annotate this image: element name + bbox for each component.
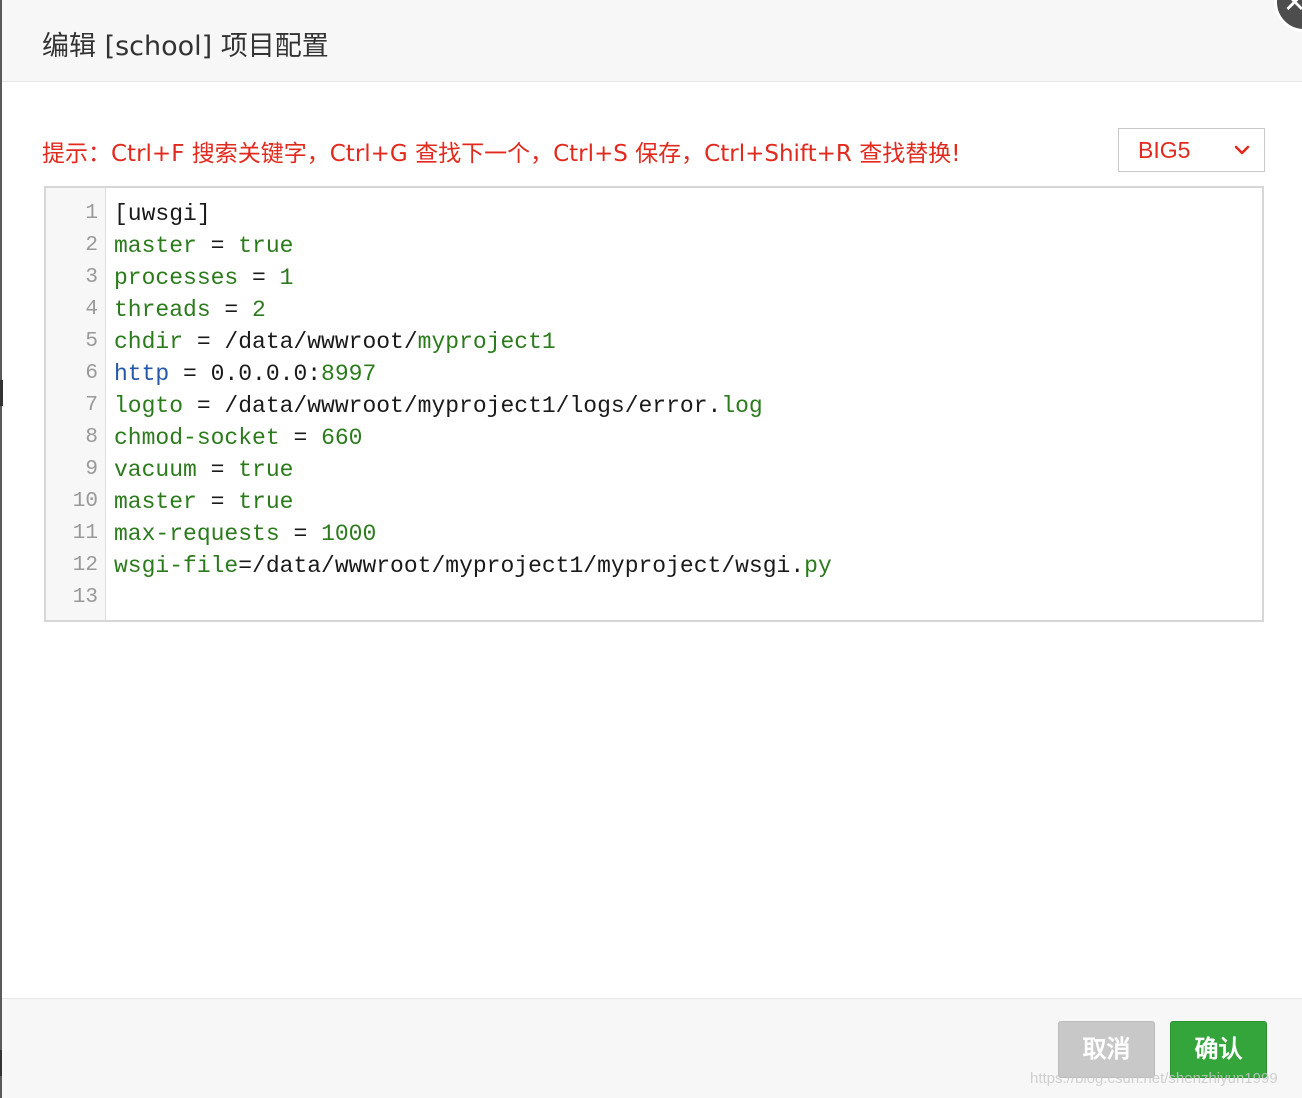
code-line[interactable]: chmod-socket = 660 xyxy=(114,422,832,454)
chevron-down-icon xyxy=(1234,145,1250,155)
code-line[interactable]: threads = 2 xyxy=(114,294,832,326)
edit-config-dialog: 编辑 [school] 项目配置 ✕ 提示：Ctrl+F 搜索关键字，Ctrl+… xyxy=(0,0,1302,1098)
code-line[interactable]: vacuum = true xyxy=(114,454,832,486)
code-editor[interactable]: 1 2 3 4 5 6 7 8 9 10 11 12 13 [uwsgi] master = true pr… xyxy=(44,186,1264,622)
line-number: 10 xyxy=(72,490,98,513)
line-number: 13 xyxy=(72,586,98,609)
line-number: 9 xyxy=(85,458,98,481)
code-content[interactable]: [uwsgi] master = true processes = 1 threads… xyxy=(114,198,832,614)
code-token: 8997 xyxy=(321,361,377,387)
code-line[interactable]: master = true xyxy=(114,230,832,262)
code-token: = xyxy=(210,297,253,323)
line-number: 11 xyxy=(72,522,98,545)
code-token: = /data/wwwroot/myproject1/logs/error. xyxy=(183,393,722,419)
code-line[interactable]: logto = /data/wwwroot/myproject1/logs/er… xyxy=(114,390,832,422)
encoding-select[interactable]: BIG5 xyxy=(1118,128,1265,172)
code-token: http xyxy=(114,361,170,387)
code-token: py xyxy=(804,553,832,579)
code-token: logto xyxy=(114,393,184,419)
code-token: = xyxy=(196,457,239,483)
line-number: 5 xyxy=(85,330,98,353)
code-token: log xyxy=(721,393,763,419)
code-token: = xyxy=(196,489,239,515)
code-token: myproject1 xyxy=(417,329,556,355)
line-number-gutter: 1 2 3 4 5 6 7 8 9 10 11 12 13 xyxy=(46,188,106,620)
code-token: processes xyxy=(114,265,239,291)
code-token: wsgi-file xyxy=(114,553,239,579)
code-line[interactable]: processes = 1 xyxy=(114,262,832,294)
left-edge-mark xyxy=(0,380,3,406)
code-token: = xyxy=(279,425,322,451)
code-line[interactable]: [uwsgi] xyxy=(114,198,832,230)
code-token: 2 xyxy=(252,297,266,323)
code-token: threads xyxy=(114,297,211,323)
line-number: 8 xyxy=(85,426,98,449)
code-token: 1000 xyxy=(321,521,377,547)
code-token: 660 xyxy=(321,425,363,451)
code-token: master xyxy=(114,233,197,259)
encoding-selected-value: BIG5 xyxy=(1138,137,1191,163)
close-icon: ✕ xyxy=(1283,0,1302,18)
code-token: max-requests xyxy=(114,521,280,547)
code-line[interactable]: chdir = /data/wwwroot/myproject1 xyxy=(114,326,832,358)
code-token: = xyxy=(238,265,280,291)
line-number: 7 xyxy=(85,394,98,417)
code-token: 1 xyxy=(279,265,294,291)
dialog-header: 编辑 [school] 项目配置 xyxy=(2,0,1302,82)
code-token: = 0.0.0.0: xyxy=(169,361,322,387)
line-number: 1 xyxy=(85,202,98,225)
code-token: vacuum xyxy=(114,457,197,483)
code-token: = xyxy=(196,233,239,259)
dialog-title: 编辑 [school] 项目配置 xyxy=(42,31,329,62)
code-line[interactable]: http = 0.0.0.0:8997 xyxy=(114,358,832,390)
code-token: [uwsgi] xyxy=(114,201,211,227)
watermark: https://blog.csdn.net/shenzhiyun1999 xyxy=(1030,1070,1278,1087)
line-number: 3 xyxy=(85,266,98,289)
line-number: 12 xyxy=(72,554,98,577)
code-line[interactable]: master = true xyxy=(114,486,832,518)
code-line[interactable] xyxy=(114,582,832,614)
code-token: =/data/wwwroot/myproject1/myproject/wsgi… xyxy=(238,553,805,579)
code-line[interactable]: max-requests = 1000 xyxy=(114,518,832,550)
code-token: true xyxy=(238,233,294,259)
code-line[interactable]: wsgi-file=/data/wwwroot/myproject1/mypro… xyxy=(114,550,832,582)
code-token: chmod-socket xyxy=(114,425,280,451)
line-number: 6 xyxy=(85,362,98,385)
code-token: chdir xyxy=(114,329,184,355)
line-numbers: 1 2 3 4 5 6 7 8 9 10 11 12 13 xyxy=(46,198,98,614)
code-token: master xyxy=(114,489,197,515)
code-token: true xyxy=(238,489,294,515)
code-token: = /data/wwwroot/ xyxy=(183,329,418,355)
line-number: 4 xyxy=(85,298,98,321)
line-number: 2 xyxy=(85,234,98,257)
shortcut-hint: 提示：Ctrl+F 搜索关键字，Ctrl+G 查找下一个，Ctrl+S 保存，C… xyxy=(42,141,961,167)
code-token: true xyxy=(238,457,294,483)
code-token: = xyxy=(279,521,322,547)
